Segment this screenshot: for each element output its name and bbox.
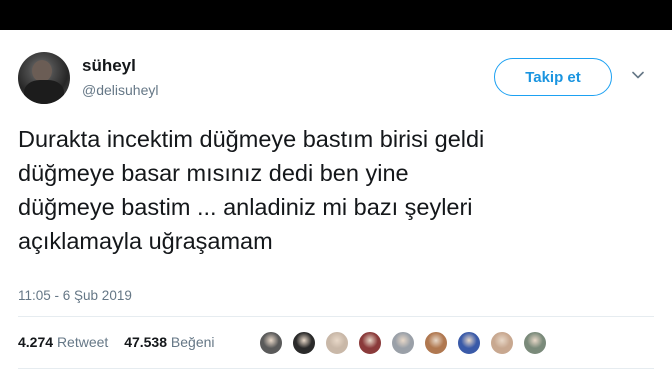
tweet-stats: 4.274 Retweet 47.538 Beğeni — [18, 334, 215, 350]
divider — [18, 316, 654, 317]
tweet-timestamp[interactable]: 11:05 - 6 Şub 2019 — [18, 288, 132, 303]
like-label[interactable]: Beğeni — [171, 334, 215, 350]
retweet-label[interactable]: Retweet — [57, 334, 108, 350]
liker-avatar[interactable] — [291, 330, 317, 356]
top-bar — [0, 0, 672, 30]
liker-avatar[interactable] — [357, 330, 383, 356]
liker-avatar[interactable] — [489, 330, 515, 356]
user-avatar[interactable] — [18, 52, 70, 104]
follow-button[interactable]: Takip et — [494, 58, 612, 96]
avatar-body — [24, 80, 64, 104]
liker-avatar[interactable] — [324, 330, 350, 356]
user-handle[interactable]: @delisuheyl — [82, 82, 158, 98]
tweet-line: Durakta incektim düğmeye bastım birisi g… — [18, 126, 485, 152]
tweet-line: düğmeye bastim ... anladiniz mi bazı şey… — [18, 194, 473, 220]
tweet-line: düğmeye basar mısınız dedi ben yine — [18, 160, 409, 186]
chevron-down-icon[interactable] — [631, 68, 645, 82]
tweet-line: açıklamayla uğraşamam — [18, 228, 273, 254]
liker-avatar[interactable] — [258, 330, 284, 356]
avatar-head — [32, 60, 52, 82]
liker-avatar[interactable] — [390, 330, 416, 356]
liker-avatar[interactable] — [456, 330, 482, 356]
retweet-count[interactable]: 4.274 — [18, 334, 53, 350]
tweet-card: süheyl @delisuheyl Takip et Durakta ince… — [0, 30, 672, 378]
liker-avatar[interactable] — [423, 330, 449, 356]
user-name[interactable]: süheyl — [82, 56, 136, 76]
like-count[interactable]: 47.538 — [124, 334, 167, 350]
liker-avatar[interactable] — [522, 330, 548, 356]
divider — [18, 368, 654, 369]
tweet-text: Durakta incektim düğmeye bastım birisi g… — [18, 122, 658, 258]
